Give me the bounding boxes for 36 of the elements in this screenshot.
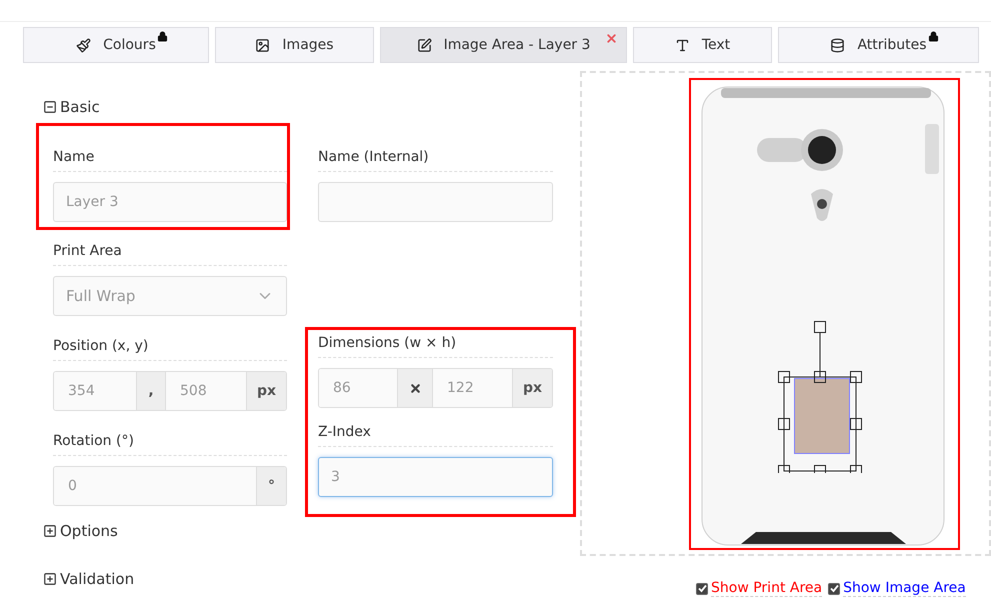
dimensions-input[interactable]: 86 122 px — [318, 368, 553, 408]
tab[interactable]: Images — [215, 27, 374, 63]
collapse-icon[interactable] — [43, 100, 57, 114]
field-label: Z-Index — [318, 424, 553, 447]
internal-name-input[interactable] — [318, 182, 553, 222]
field-label: Name — [53, 149, 287, 172]
tab[interactable]: Image Area - Layer 3 — [380, 27, 627, 63]
checkbox[interactable] — [828, 582, 840, 594]
text-icon — [674, 38, 690, 52]
database-icon — [830, 38, 846, 52]
section-title[interactable]: Basic — [60, 98, 100, 116]
tab[interactable]: Colours — [23, 27, 209, 63]
checkbox[interactable] — [696, 582, 708, 594]
position-input[interactable]: 354 , 508 px — [53, 371, 287, 411]
check-icon — [698, 584, 706, 593]
close-icon[interactable] — [605, 32, 618, 45]
field-label: Print Area — [53, 243, 287, 266]
expand-icon[interactable] — [43, 524, 57, 538]
field-label: Position (x, y) — [53, 338, 287, 361]
image-icon — [255, 38, 270, 52]
rotation-input[interactable]: 0 ° — [53, 466, 287, 506]
expand-icon[interactable] — [43, 572, 57, 586]
field-label: Dimensions (w × h) — [318, 335, 553, 358]
section-title[interactable]: Options — [60, 522, 118, 540]
tab[interactable]: Attributes — [778, 27, 979, 63]
times-icon — [408, 382, 422, 394]
check-icon — [830, 584, 839, 593]
field-label: Rotation (°) — [53, 433, 287, 456]
field-label: Name (Internal) — [318, 149, 553, 172]
toggle-label[interactable]: Show Image Area — [843, 580, 966, 597]
toggle-label[interactable]: Show Print Area — [711, 580, 822, 597]
selection-handles-drawing[interactable] — [778, 321, 864, 473]
section-title[interactable]: Validation — [60, 570, 134, 588]
tab[interactable]: Text — [633, 27, 772, 63]
paintbrush-icon — [76, 38, 92, 52]
edit-icon — [416, 38, 432, 52]
